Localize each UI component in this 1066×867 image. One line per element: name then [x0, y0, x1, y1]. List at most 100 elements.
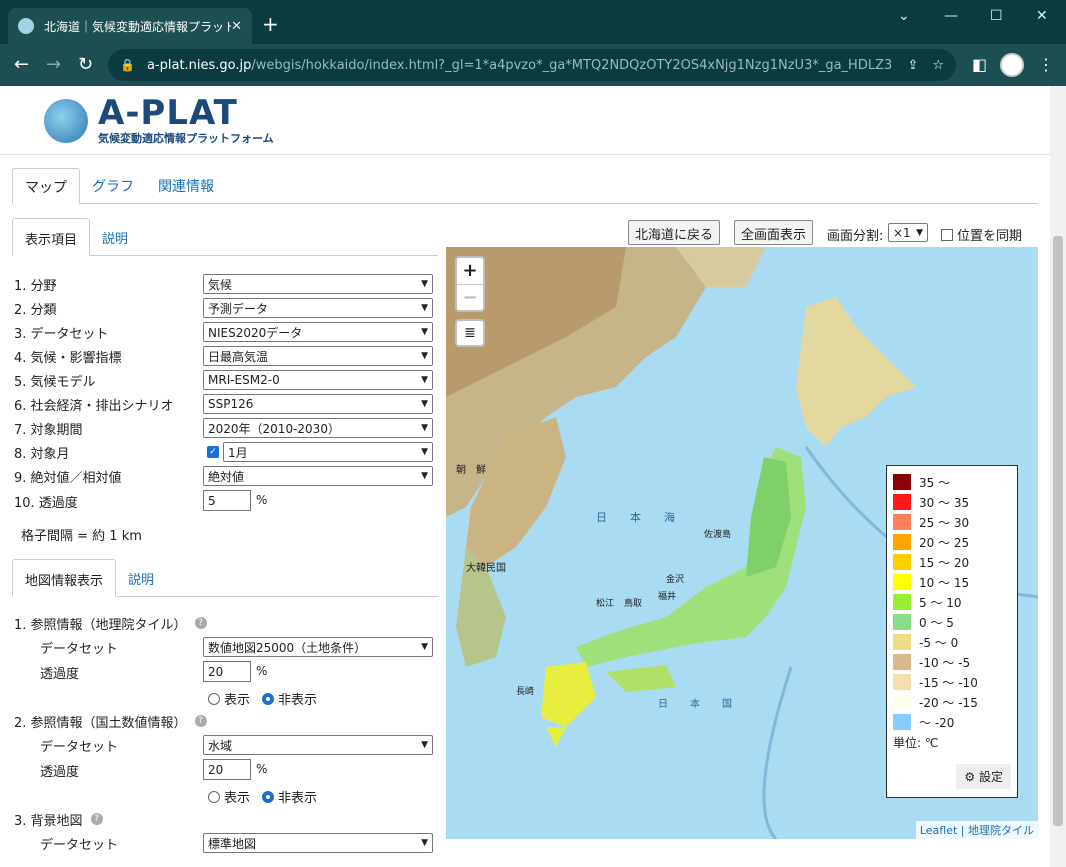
new-tab-icon[interactable]: + — [262, 12, 279, 36]
logo-subtitle: 気候変動適応情報プラットフォーム — [98, 132, 274, 145]
legend-label: 5 ～ 10 — [919, 595, 962, 610]
minimize-icon[interactable]: — — [944, 8, 958, 24]
tiles-link[interactable]: 地理院タイル — [968, 824, 1034, 837]
field-label: 2. 分類 — [14, 302, 57, 318]
globe-logo-icon — [44, 99, 88, 143]
tab-search-icon[interactable]: ⌄ — [898, 8, 910, 24]
field-label: 3. データセット — [14, 326, 109, 342]
legend-item: 15 ～ 20 — [893, 552, 1011, 572]
field-label: 1. 分野 — [14, 278, 57, 294]
browser-tabbar: 北海道｜気候変動適応情報プラットフ ✕ + ⌄ — ☐ ✕ — [0, 0, 1066, 44]
site-logo[interactable]: A-PLAT 気候変動適応情報プラットフォーム — [44, 96, 274, 146]
legend-item: 0 ～ 5 — [893, 612, 1011, 632]
map-label-sado: 佐渡島 — [704, 530, 732, 540]
field-select-month[interactable]: 1月 ▼ — [223, 442, 433, 462]
field-select-dataset[interactable]: NIES2020データ ▼ — [203, 322, 433, 342]
maximize-icon[interactable]: ☐ — [990, 8, 1003, 24]
map-label-korea: 大韓民国 — [466, 563, 506, 574]
sync-option: 位置を同期 — [941, 225, 1022, 244]
logo-title: A-PLAT — [98, 93, 238, 133]
zoom-out-button[interactable]: − — [457, 284, 483, 310]
field-select-scenario[interactable]: SSP126 ▼ — [203, 394, 433, 414]
back-icon[interactable]: ← — [14, 54, 29, 75]
share-icon[interactable]: ⇪ — [907, 58, 918, 73]
legend-item: -10 ～ -5 — [893, 652, 1011, 672]
tab-related[interactable]: 関連情報 — [146, 168, 226, 203]
split-select[interactable]: ×1 ▼ — [888, 223, 928, 242]
ref1-opacity-input[interactable]: 20 — [203, 661, 251, 682]
side-panel-icon[interactable]: ◧ — [972, 55, 987, 74]
map-label-fukui: 福井 — [658, 592, 677, 602]
menu-icon[interactable]: ⋮ — [1038, 55, 1054, 74]
window-close-icon[interactable]: ✕ — [1036, 8, 1048, 24]
ref2-visibility: 表示 非表示 — [208, 787, 317, 806]
radio-hide[interactable] — [262, 790, 275, 803]
close-tab-icon[interactable]: ✕ — [231, 19, 242, 34]
legend-swatch — [893, 694, 911, 710]
map-attribution: Leaflet | 地理院タイル — [915, 821, 1038, 839]
zoom-control: + − — [455, 256, 485, 312]
radio-hide[interactable] — [262, 692, 275, 705]
lock-icon: 🔒 — [120, 58, 135, 72]
browser-tab[interactable]: 北海道｜気候変動適応情報プラットフ ✕ — [8, 8, 252, 44]
map-view[interactable]: + − ≣ 日 本 海 大韓民国 朝 鮮 日 本 国 金沢 福井 鳥取 松江 長… — [446, 247, 1038, 839]
fullscreen-button[interactable]: 全画面表示 — [734, 220, 814, 245]
grid-note: 格子間隔 = 約 1 km — [21, 528, 142, 544]
tab-display-help[interactable]: 説明 — [90, 218, 140, 255]
chevron-down-icon: ▼ — [421, 447, 428, 457]
split-label: 画面分割: — [827, 229, 884, 244]
page-content: A-PLAT 気候変動適応情報プラットフォーム マップ グラフ 関連情報 表示項… — [0, 86, 1050, 867]
settings-button[interactable]: ⚙ 設定 — [956, 764, 1011, 789]
field-select-period[interactable]: 2020年（2010-2030） ▼ — [203, 418, 433, 438]
ref3-dataset-select[interactable]: 標準地図 ▼ — [203, 833, 433, 853]
field-select-sector[interactable]: 気候 ▼ — [203, 274, 433, 294]
legend-swatch — [893, 554, 911, 570]
profile-avatar[interactable] — [1000, 53, 1024, 77]
legend-item: 30 ～ 35 — [893, 492, 1011, 512]
ref2-opacity-input[interactable]: 20 — [203, 759, 251, 780]
opacity-input[interactable]: 5 — [203, 490, 251, 511]
tab-mapinfo[interactable]: 地図情報表示 — [12, 559, 117, 597]
field-label: 7. 対象期間 — [14, 422, 83, 438]
tab-map[interactable]: マップ — [12, 168, 80, 204]
field-select-indicator[interactable]: 日最高気温 ▼ — [203, 346, 433, 366]
legend-swatch — [893, 714, 911, 730]
legend-swatch — [893, 514, 911, 530]
month-checkbox[interactable]: ✓ — [207, 446, 219, 458]
help-icon[interactable]: ? — [194, 715, 207, 727]
url-host: a-plat.nies.go.jp — [146, 57, 252, 73]
forward-icon[interactable]: → — [46, 54, 61, 75]
legend-item: -20 ～ -15 — [893, 692, 1011, 712]
url-field[interactable]: 🔒 a-plat.nies.go.jp/webgis/hokkaido/inde… — [108, 49, 956, 81]
tab-graph[interactable]: グラフ — [80, 168, 146, 203]
chevron-down-icon: ▼ — [421, 279, 428, 289]
help-icon[interactable]: ? — [194, 617, 207, 629]
favicon-icon — [18, 18, 34, 34]
ref1-dataset-select[interactable]: 数値地図25000（土地条件） ▼ — [203, 637, 433, 657]
tab-display-items[interactable]: 表示項目 — [12, 218, 91, 256]
bookmark-star-icon[interactable]: ☆ — [932, 58, 944, 73]
legend-item: 5 ～ 10 — [893, 592, 1011, 612]
layers-icon[interactable]: ≣ — [455, 319, 485, 347]
legend-label: 0 ～ 5 — [919, 615, 954, 630]
radio-show[interactable] — [208, 692, 220, 705]
field-select-category[interactable]: 予測データ ▼ — [203, 298, 433, 318]
help-icon[interactable]: ? — [90, 813, 103, 825]
field-label: 8. 対象月 — [14, 446, 70, 462]
sync-checkbox[interactable] — [941, 228, 953, 241]
tab-mapinfo-help[interactable]: 説明 — [116, 559, 166, 596]
back-to-hokkaido-button[interactable]: 北海道に戻る — [628, 220, 721, 245]
ref1-title: 1. 参照情報（地理院タイル）? — [14, 612, 207, 634]
legend-swatch — [893, 494, 911, 510]
page-scrollbar[interactable] — [1050, 86, 1066, 867]
legend-swatch — [893, 634, 911, 650]
leaflet-link[interactable]: Leaflet — [920, 824, 957, 837]
radio-show[interactable] — [208, 790, 220, 803]
gear-icon: ⚙ — [964, 770, 976, 784]
ref2-dataset-select[interactable]: 水域 ▼ — [203, 735, 433, 755]
zoom-in-button[interactable]: + — [457, 258, 483, 284]
legend-swatch — [893, 594, 911, 610]
field-select-absrel[interactable]: 絶対値 ▼ — [203, 466, 433, 486]
field-select-model[interactable]: MRI-ESM2-0 ▼ — [203, 370, 433, 390]
reload-icon[interactable]: ↻ — [78, 54, 93, 75]
